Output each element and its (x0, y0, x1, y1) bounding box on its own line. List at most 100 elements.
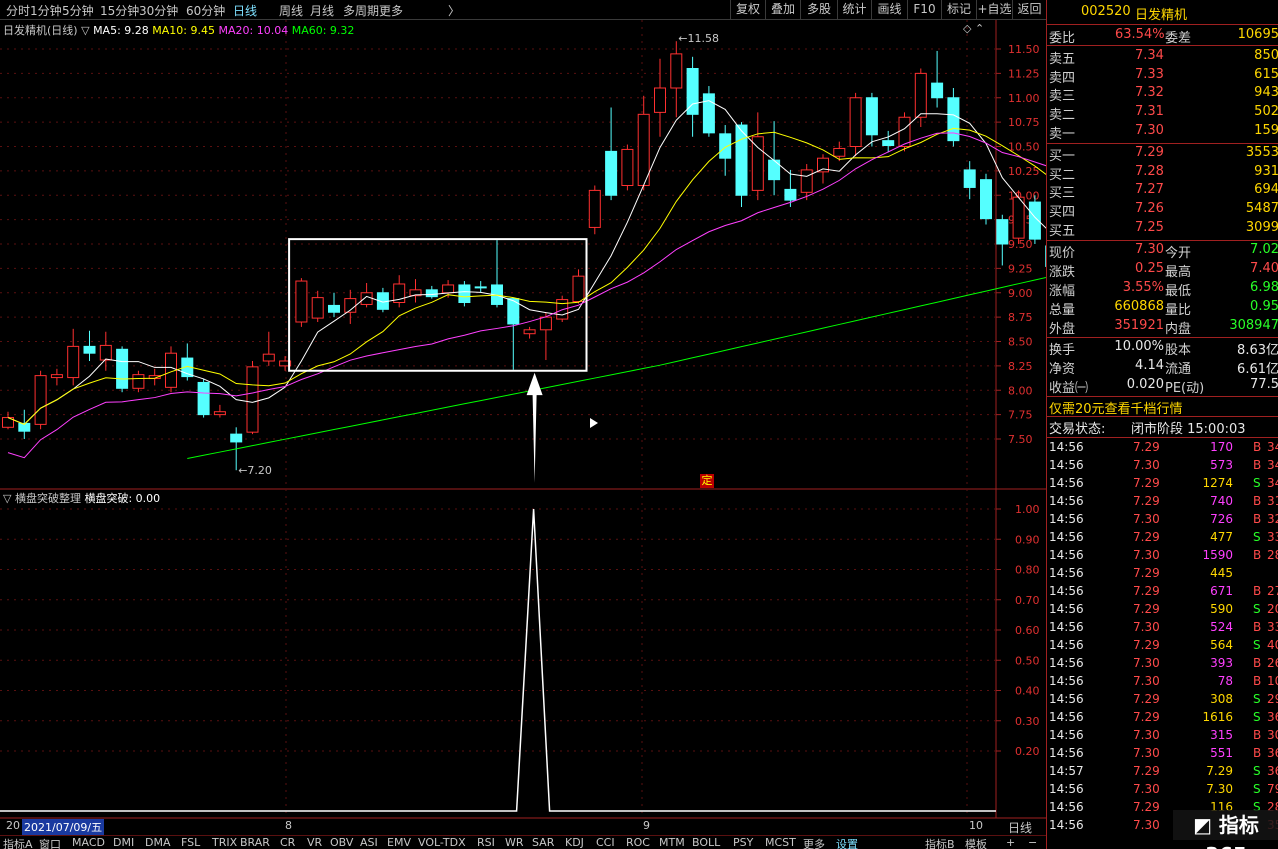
period-label[interactable]: 日线 (1008, 819, 1032, 836)
candle[interactable] (849, 92, 862, 157)
toolbar-button-7[interactable]: +自选 (976, 0, 1012, 19)
candle[interactable] (1012, 190, 1025, 244)
candle[interactable] (605, 107, 618, 201)
period-8[interactable]: 月线 (310, 2, 334, 19)
candle[interactable] (621, 144, 634, 191)
indicator-tab-9[interactable]: VR (307, 836, 322, 849)
candle[interactable] (865, 92, 878, 147)
indicator-tab-0[interactable]: 指标A (3, 836, 33, 849)
play-icon[interactable] (590, 418, 598, 428)
indicator-tab-18[interactable]: CCI (596, 836, 615, 849)
candle[interactable] (197, 378, 210, 418)
indicator-tab-13[interactable]: VOL-TDX (418, 836, 466, 849)
indicator-tab-6[interactable]: TRIX (212, 836, 237, 849)
period-2[interactable]: 5分钟 (62, 2, 94, 19)
candle[interactable] (295, 278, 308, 327)
indicator-tab-23[interactable]: MCST (765, 836, 796, 849)
indicator-tab-3[interactable]: DMI (113, 836, 134, 849)
indicator-tab-16[interactable]: SAR (532, 836, 554, 849)
candle[interactable] (1028, 195, 1041, 244)
indicator-tab-7[interactable]: BRAR (240, 836, 270, 849)
candle[interactable] (914, 68, 927, 128)
candle[interactable] (393, 275, 406, 308)
candle[interactable] (360, 283, 373, 308)
candle[interactable] (507, 297, 520, 370)
indicator-tab-19[interactable]: ROC (626, 836, 650, 849)
more-arrow-icon[interactable]: 〉 (448, 2, 460, 19)
indicator-tab-14[interactable]: RSI (477, 836, 495, 849)
indicator-tab-22[interactable]: PSY (733, 836, 753, 849)
promo-link[interactable]: 仅需20元查看千档行情 (1049, 398, 1183, 417)
candle[interactable] (50, 368, 63, 386)
candle[interactable] (882, 130, 895, 153)
period-6[interactable]: 日线 (233, 2, 257, 19)
candle[interactable] (963, 161, 976, 200)
period-10[interactable]: 更多 (379, 2, 403, 19)
indicator-tab-17[interactable]: KDJ (565, 836, 584, 849)
candle[interactable] (116, 346, 129, 393)
candle[interactable] (833, 141, 846, 162)
candle[interactable] (491, 240, 503, 308)
toolbar-button-4[interactable]: 画线 (871, 0, 907, 19)
add-icon[interactable]: + (1006, 836, 1015, 849)
candle[interactable] (132, 370, 145, 393)
candle[interactable] (980, 173, 992, 225)
candle[interactable] (376, 287, 389, 313)
candle[interactable] (67, 328, 80, 386)
candle[interactable] (246, 361, 259, 435)
candle[interactable] (409, 279, 422, 303)
toolbar-button-0[interactable]: 复权 (730, 0, 765, 19)
indicator-tab-24[interactable]: 更多 (803, 836, 825, 849)
indicator-tab-4[interactable]: DMA (145, 836, 171, 849)
candle[interactable] (213, 404, 226, 418)
period-3[interactable]: 15分钟 (100, 2, 139, 19)
candle[interactable] (83, 330, 96, 361)
indicator-tab-8[interactable]: CR (280, 836, 295, 849)
kline-chart[interactable]: 11.5011.2511.0010.7510.5010.2510.009.759… (0, 20, 1046, 835)
indicator-tab-5[interactable]: FSL (181, 836, 200, 849)
candle[interactable] (311, 290, 324, 322)
indicator-tab-10[interactable]: OBV (330, 836, 353, 849)
candle[interactable] (670, 41, 683, 118)
indicator-tab-20[interactable]: MTM (659, 836, 685, 849)
period-1[interactable]: 1分钟 (30, 2, 62, 19)
period-5[interactable]: 60分钟 (186, 2, 225, 19)
period-0[interactable]: 分时 (6, 2, 30, 19)
indicator-tab-21[interactable]: BOLL (692, 836, 720, 849)
candle[interactable] (458, 281, 471, 307)
period-7[interactable]: 周线 (279, 2, 303, 19)
toolbar-button-3[interactable]: 统计 (837, 0, 871, 19)
indicator-tab-12[interactable]: EMV (387, 836, 411, 849)
indicator-tab-25[interactable]: 设置 (836, 836, 858, 849)
candle[interactable] (702, 86, 715, 137)
candle[interactable] (328, 292, 340, 318)
indicator-tab-1[interactable]: 窗口 (39, 836, 61, 849)
indicator-title[interactable]: 横盘突破整理 (15, 492, 81, 505)
dropdown-icon[interactable]: ▽ (81, 24, 93, 37)
period-9[interactable]: 多周期 (343, 2, 379, 19)
candle[interactable] (654, 58, 666, 137)
toolbar-button-1[interactable]: 叠加 (765, 0, 800, 19)
candle[interactable] (2, 411, 14, 430)
bottom-right-tab-1[interactable]: 模板 (965, 836, 987, 849)
toolbar-button-2[interactable]: 多股 (800, 0, 837, 19)
indicator-tab-2[interactable]: MACD (72, 836, 105, 849)
candle[interactable] (523, 326, 536, 339)
period-4[interactable]: 30分钟 (139, 2, 178, 19)
candle[interactable] (474, 281, 487, 293)
candle[interactable] (539, 312, 552, 361)
toolbar-button-6[interactable]: 标记 (941, 0, 976, 19)
marker-ding[interactable]: 定 (700, 474, 714, 488)
candle[interactable] (686, 56, 699, 137)
indicator-tab-15[interactable]: WR (505, 836, 524, 849)
candle[interactable] (931, 50, 944, 108)
candle[interactable] (996, 214, 1009, 266)
candle[interactable] (262, 331, 275, 366)
toolbar-button-8[interactable]: 返回 (1012, 0, 1046, 19)
chart-menu-icons[interactable]: ◇ ⌃ (963, 22, 984, 35)
candle[interactable] (751, 112, 764, 201)
minus-icon[interactable]: − (1028, 836, 1037, 849)
toolbar-button-5[interactable]: F10 (907, 0, 941, 19)
candle[interactable] (425, 285, 438, 299)
dropdown-icon[interactable]: ▽ (3, 492, 11, 505)
